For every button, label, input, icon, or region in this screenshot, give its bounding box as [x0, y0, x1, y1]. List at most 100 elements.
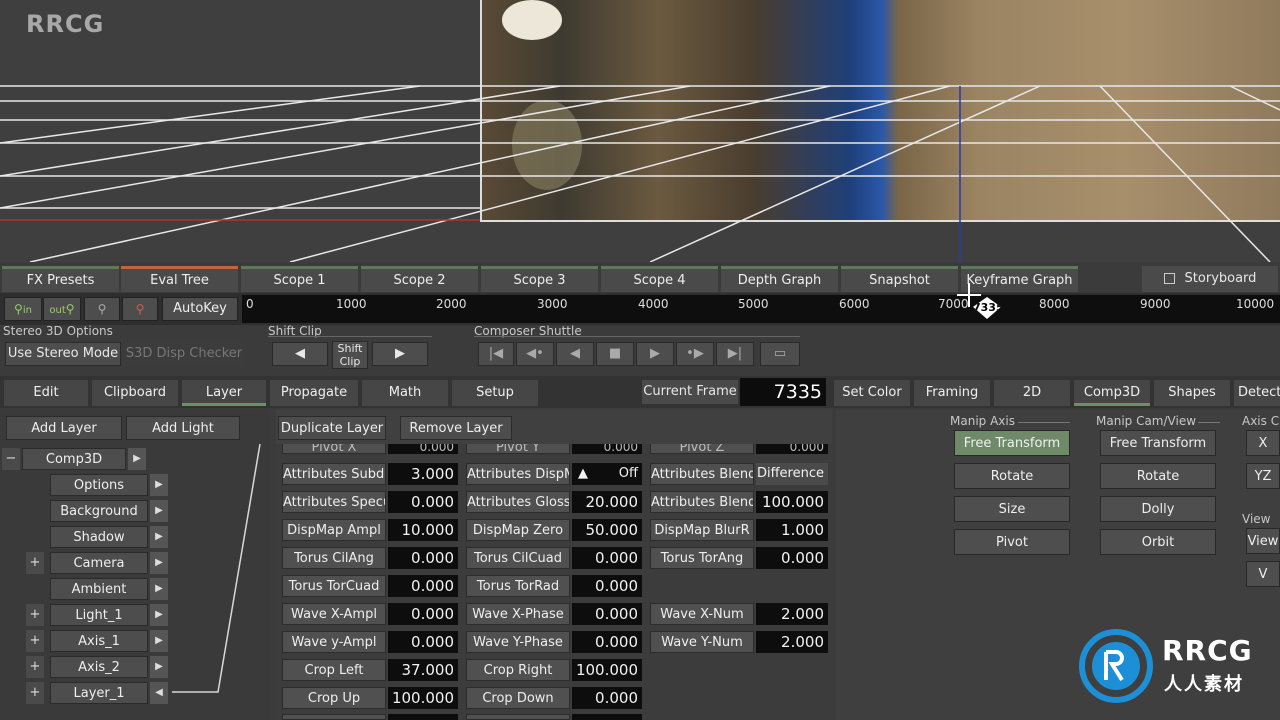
- menu-tab-set-color[interactable]: Set Color: [834, 380, 910, 406]
- set-in-button[interactable]: ⚲in: [4, 297, 42, 321]
- key-button[interactable]: ⚲: [84, 297, 120, 321]
- arrow-right-icon[interactable]: ▶: [128, 448, 146, 470]
- tree-item-layer-1[interactable]: Layer_1: [50, 682, 148, 704]
- menu-tab-shapes[interactable]: Shapes: [1154, 380, 1230, 406]
- remove-layer-button[interactable]: Remove Layer: [400, 416, 512, 440]
- menu-tab-comp3d[interactable]: Comp3D: [1074, 380, 1150, 406]
- attr-value[interactable]: 100.000: [756, 491, 828, 513]
- cam-rotate-button[interactable]: Rotate: [1100, 463, 1216, 489]
- tab-depth-graph[interactable]: Depth Graph: [721, 266, 838, 292]
- attr-value[interactable]: 50.000: [572, 519, 642, 541]
- attr-value[interactable]: 0.000: [572, 575, 642, 597]
- attr-value[interactable]: 10.000: [388, 519, 458, 541]
- tree-item-ambient[interactable]: Ambient: [50, 578, 148, 600]
- tab-fx-presets[interactable]: FX Presets: [2, 266, 119, 292]
- current-frame-field[interactable]: 7335: [740, 378, 826, 406]
- expand-icon[interactable]: +: [26, 682, 44, 704]
- attr-value[interactable]: [572, 714, 642, 720]
- duplicate-layer-button[interactable]: Duplicate Layer: [278, 416, 386, 440]
- attr-value[interactable]: 0.000: [388, 547, 458, 569]
- attr-value[interactable]: [388, 714, 458, 720]
- viewport[interactable]: RRCG: [0, 0, 1280, 262]
- attr-value[interactable]: 0.000: [388, 631, 458, 653]
- cam-orbit-button[interactable]: Orbit: [1100, 529, 1216, 555]
- manip-pivot-button[interactable]: Pivot: [954, 529, 1070, 555]
- view-button[interactable]: View: [1246, 528, 1280, 554]
- attr-value[interactable]: 0.000: [572, 631, 642, 653]
- tab-eval-tree[interactable]: Eval Tree: [121, 266, 238, 292]
- attr-value[interactable]: 2.000: [756, 603, 828, 625]
- attr-value[interactable]: 0.000: [756, 547, 828, 569]
- attr-value[interactable]: 0.000: [388, 575, 458, 597]
- menu-tab-framing[interactable]: Framing: [914, 380, 990, 406]
- play-back-button[interactable]: ◀: [556, 342, 594, 366]
- expand-icon[interactable]: +: [26, 604, 44, 626]
- attr-value[interactable]: 3.000: [388, 463, 458, 485]
- arrow-left-icon[interactable]: ◀: [150, 682, 168, 704]
- menu-tab-clipboard[interactable]: Clipboard: [92, 380, 178, 406]
- tree-root-comp3d[interactable]: Comp3D: [22, 448, 126, 470]
- tree-item-options[interactable]: Options: [50, 474, 148, 496]
- attr-value[interactable]: 20.000: [572, 491, 642, 513]
- menu-tab-edit[interactable]: Edit: [4, 380, 88, 406]
- attr-value[interactable]: 0.000: [388, 491, 458, 513]
- timeline-ruler[interactable]: 0 1000 2000 3000 4000 5000 6000 7000 800…: [242, 283, 1280, 323]
- tree-item-camera[interactable]: Camera: [50, 552, 148, 574]
- menu-tab-layer[interactable]: Layer: [182, 380, 266, 406]
- manip-free-transform-button[interactable]: Free Transform: [954, 430, 1070, 456]
- add-layer-button[interactable]: Add Layer: [6, 416, 122, 440]
- tree-item-light-1[interactable]: Light_1: [50, 604, 148, 626]
- menu-tab-2d[interactable]: 2D: [994, 380, 1070, 406]
- set-out-button[interactable]: out⚲: [43, 297, 81, 321]
- tree-item-background[interactable]: Background: [50, 500, 148, 522]
- prev-key-button[interactable]: ◀•: [516, 342, 554, 366]
- manip-size-button[interactable]: Size: [954, 496, 1070, 522]
- expand-icon[interactable]: +: [26, 552, 44, 574]
- add-light-button[interactable]: Add Light: [126, 416, 240, 440]
- collapse-icon[interactable]: −: [2, 448, 20, 470]
- arrow-right-icon[interactable]: ▶: [150, 500, 168, 522]
- expand-icon[interactable]: +: [26, 630, 44, 652]
- attr-dropdown[interactable]: Difference: [756, 463, 828, 485]
- tab-scope-1[interactable]: Scope 1: [241, 266, 358, 292]
- play-forward-button[interactable]: ▶: [636, 342, 674, 366]
- attr-dropdown[interactable]: ▲ Off: [572, 463, 642, 485]
- tab-snapshot[interactable]: Snapshot: [841, 266, 958, 292]
- cam-free-transform-button[interactable]: Free Transform: [1100, 430, 1216, 456]
- attr-value[interactable]: 100.000: [572, 659, 642, 681]
- shift-clip-right-button[interactable]: ▶: [372, 342, 428, 366]
- shift-clip-left-button[interactable]: ◀: [272, 342, 328, 366]
- attr-value[interactable]: 37.000: [388, 659, 458, 681]
- menu-tab-detect[interactable]: Detect: [1234, 380, 1280, 406]
- go-start-button[interactable]: |◀: [478, 342, 514, 366]
- tree-item-shadow[interactable]: Shadow: [50, 526, 148, 548]
- attr-value[interactable]: 0.000: [572, 603, 642, 625]
- autokey-button[interactable]: AutoKey: [162, 297, 238, 321]
- menu-tab-propagate[interactable]: Propagate: [270, 380, 358, 406]
- attr-value[interactable]: 2.000: [756, 631, 828, 653]
- arrow-right-icon[interactable]: ▶: [150, 604, 168, 626]
- go-end-button[interactable]: ▶|: [716, 342, 754, 366]
- attr-value[interactable]: 0.000: [572, 687, 642, 709]
- arrow-right-icon[interactable]: ▶: [150, 578, 168, 600]
- axis-yz-button[interactable]: YZ: [1246, 463, 1280, 489]
- expand-icon[interactable]: +: [26, 656, 44, 678]
- tab-scope-4[interactable]: Scope 4: [601, 266, 718, 292]
- arrow-right-icon[interactable]: ▶: [150, 630, 168, 652]
- s3d-disp-checker-button[interactable]: S3D Disp Checker: [124, 342, 244, 366]
- axis-x-button[interactable]: X: [1246, 430, 1280, 456]
- storyboard-button[interactable]: Storyboard: [1142, 266, 1278, 292]
- loop-button[interactable]: ▭: [760, 342, 800, 366]
- attr-value[interactable]: 0.000: [388, 603, 458, 625]
- arrow-right-icon[interactable]: ▶: [150, 552, 168, 574]
- attr-value[interactable]: 0.000: [572, 547, 642, 569]
- stop-button[interactable]: ■: [596, 342, 634, 366]
- delete-key-button[interactable]: ⚲: [122, 297, 158, 321]
- use-stereo-mode-button[interactable]: Use Stereo Mode: [5, 342, 121, 366]
- attr-value[interactable]: 100.000: [388, 687, 458, 709]
- cam-dolly-button[interactable]: Dolly: [1100, 496, 1216, 522]
- manip-rotate-button[interactable]: Rotate: [954, 463, 1070, 489]
- next-key-button[interactable]: •▶: [676, 342, 714, 366]
- arrow-right-icon[interactable]: ▶: [150, 656, 168, 678]
- view-v-button[interactable]: V: [1246, 561, 1280, 587]
